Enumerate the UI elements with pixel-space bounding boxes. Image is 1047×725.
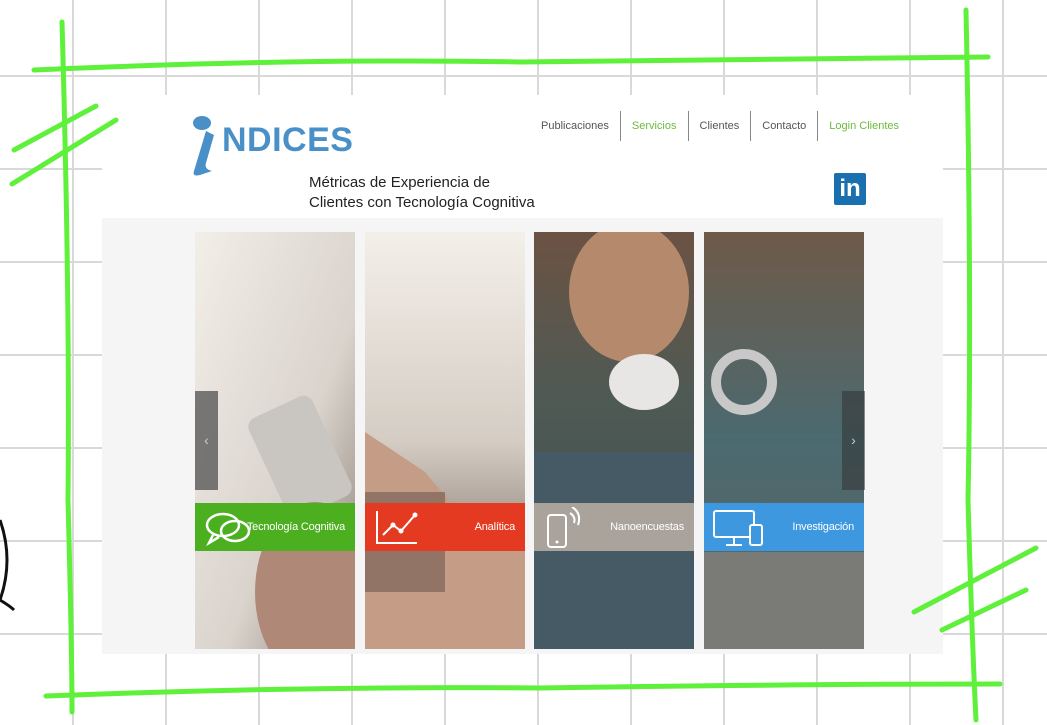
main-nav: Publicaciones Servicios Clientes Contact… (530, 111, 910, 141)
panel-bar: Nanoencuestas (534, 503, 694, 551)
nav-contacto[interactable]: Contacto (751, 111, 819, 141)
website-screenshot: NDICES Métricas de Experiencia de Client… (102, 95, 943, 654)
panel-photo-phone-hand (365, 232, 525, 649)
nav-servicios[interactable]: Servicios (621, 111, 689, 141)
mobile-signal-icon (547, 507, 581, 548)
logo-i-mark-icon (193, 116, 214, 176)
tagline: Métricas de Experiencia de Clientes con … (309, 173, 569, 213)
slider-prev-button[interactable]: ‹ (195, 391, 218, 490)
panel-investigacion[interactable]: Investigación (704, 232, 864, 649)
panel-bar: Tecnología Cognitiva (195, 503, 355, 551)
panel-photo-hand (195, 232, 355, 649)
panel-photo-man (534, 232, 694, 649)
slider-next-button[interactable]: › (842, 391, 865, 490)
nav-publicaciones[interactable]: Publicaciones (530, 111, 621, 141)
linkedin-icon[interactable]: in (834, 173, 866, 205)
tagline-line-2: Clientes con Tecnología Cognitiva (309, 194, 535, 211)
line-chart-icon (376, 511, 418, 544)
panel-analitica[interactable]: Analítica (365, 232, 525, 649)
site-header: NDICES Métricas de Experiencia de Client… (102, 95, 943, 218)
black-scribble (0, 519, 16, 612)
panel-tecnologia-cognitiva[interactable]: Tecnología Cognitiva (195, 232, 355, 649)
panel-nanoencuestas[interactable]: Nanoencuestas (534, 232, 694, 649)
panel-label: Analítica (474, 521, 516, 533)
tagline-line-1: Métricas de Experiencia de (309, 174, 490, 191)
panel-bar: Analítica (365, 503, 525, 551)
nav-clientes[interactable]: Clientes (689, 111, 752, 141)
services-slider: Tecnología Cognitiva Analítica Nanoencue… (195, 232, 865, 649)
panel-label: Tecnología Cognitiva (246, 521, 345, 533)
devices-icon (713, 510, 763, 546)
nav-login-clientes[interactable]: Login Clientes (818, 111, 910, 141)
panel-photo-headphones (704, 232, 864, 649)
panel-label: Nanoencuestas (610, 521, 684, 533)
panel-bar: Investigación (704, 503, 864, 551)
panel-label: Investigación (792, 521, 854, 533)
chat-bubbles-icon (205, 512, 251, 547)
logo-text[interactable]: NDICES (222, 121, 353, 160)
